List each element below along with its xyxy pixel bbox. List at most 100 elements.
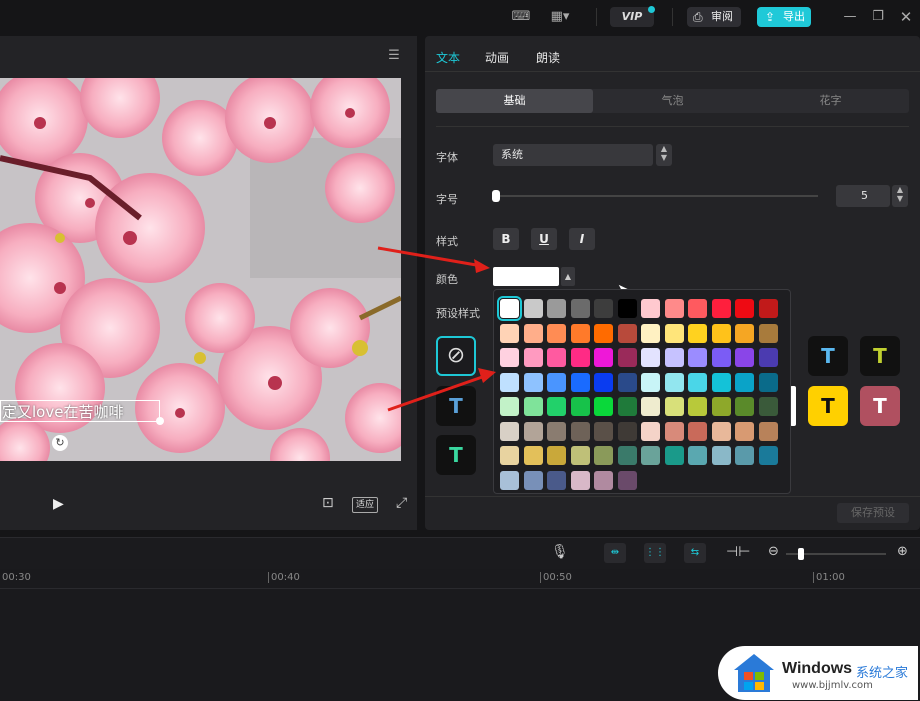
color-swatch[interactable]: [500, 421, 519, 441]
color-swatch[interactable]: [570, 323, 590, 343]
color-swatch[interactable]: [523, 323, 543, 343]
subtab-fancy-text[interactable]: 花字: [752, 89, 909, 113]
font-stepper[interactable]: ▲ ▼: [656, 144, 672, 166]
color-swatch[interactable]: [547, 470, 566, 490]
split-preview-icon[interactable]: ⊣⊢: [726, 544, 750, 560]
color-swatch[interactable]: [735, 372, 754, 392]
preset-olive[interactable]: T: [860, 336, 900, 376]
save-preset-button[interactable]: 保存预设: [837, 503, 909, 523]
color-swatch[interactable]: [641, 421, 660, 441]
color-swatch[interactable]: [735, 397, 754, 416]
color-swatch[interactable]: [735, 446, 754, 465]
color-swatch[interactable]: [594, 323, 613, 343]
color-swatch[interactable]: [735, 323, 754, 343]
color-swatch[interactable]: [570, 470, 590, 490]
color-swatch[interactable]: [570, 299, 590, 318]
underline-button[interactable]: U: [531, 228, 557, 250]
color-swatch[interactable]: [758, 372, 778, 392]
size-stepper[interactable]: ▲ ▼: [892, 185, 908, 207]
color-swatch[interactable]: [664, 446, 684, 465]
fullscreen-icon[interactable]: ⤢: [396, 495, 407, 511]
color-swatch[interactable]: [688, 323, 707, 343]
color-swatch[interactable]: [641, 372, 660, 392]
color-swatch[interactable]: [641, 348, 660, 367]
color-swatch[interactable]: [617, 446, 637, 465]
color-swatch[interactable]: [758, 397, 778, 416]
color-swatch[interactable]: [735, 299, 754, 318]
font-select[interactable]: 系统: [493, 144, 653, 166]
italic-button[interactable]: I: [569, 228, 595, 250]
color-swatch[interactable]: [500, 470, 519, 490]
color-swatch[interactable]: [617, 421, 637, 441]
resize-handle[interactable]: [156, 417, 164, 425]
color-swatch[interactable]: [688, 348, 707, 367]
color-swatch[interactable]: [547, 372, 566, 392]
color-swatch[interactable]: [641, 299, 660, 318]
microphone-icon[interactable]: 🎙: [551, 544, 569, 560]
tab-text[interactable]: 文本: [436, 49, 460, 66]
video-frame[interactable]: 定又love在苦咖啡 ↻: [0, 78, 401, 461]
color-swatch-active[interactable]: [497, 296, 522, 321]
color-swatch[interactable]: [547, 323, 566, 343]
subtab-basic[interactable]: 基础: [436, 89, 593, 113]
color-swatch[interactable]: [711, 372, 731, 392]
color-swatch[interactable]: [758, 299, 778, 318]
color-swatch[interactable]: [641, 323, 660, 343]
preset-cyan[interactable]: T: [808, 336, 848, 376]
color-swatch[interactable]: [711, 397, 731, 416]
color-swatch[interactable]: [594, 348, 613, 367]
color-swatch[interactable]: [617, 372, 637, 392]
fit-button[interactable]: 适应: [352, 497, 378, 513]
color-swatch[interactable]: [711, 323, 731, 343]
color-swatch[interactable]: [500, 372, 519, 392]
color-swatch[interactable]: [570, 421, 590, 441]
color-swatch[interactable]: [500, 446, 519, 465]
size-slider-thumb[interactable]: [492, 190, 500, 202]
color-swatch[interactable]: [664, 372, 684, 392]
color-swatch[interactable]: [617, 323, 637, 343]
linkage-icon[interactable]: ⇆: [684, 543, 706, 563]
color-swatch[interactable]: [547, 397, 566, 416]
color-swatch[interactable]: [594, 421, 613, 441]
color-swatch[interactable]: [547, 446, 566, 465]
color-swatch[interactable]: [758, 348, 778, 367]
color-swatch[interactable]: [594, 372, 613, 392]
color-swatch[interactable]: [758, 421, 778, 441]
tab-animation[interactable]: 动画: [485, 49, 509, 66]
color-swatch[interactable]: [641, 397, 660, 416]
color-swatch-selected[interactable]: [493, 267, 559, 286]
color-swatch[interactable]: [523, 421, 543, 441]
color-swatch[interactable]: [570, 348, 590, 367]
color-swatch[interactable]: [711, 421, 731, 441]
menu-icon[interactable]: ☰: [384, 46, 404, 63]
color-swatch[interactable]: [594, 397, 613, 416]
color-swatch[interactable]: [664, 348, 684, 367]
color-swatch[interactable]: [711, 446, 731, 465]
preset-yellow[interactable]: T: [808, 386, 848, 426]
color-swatch[interactable]: [500, 397, 519, 416]
color-swatch[interactable]: [500, 323, 519, 343]
review-button[interactable]: ⎙ 审阅: [687, 7, 741, 27]
color-swatch[interactable]: [570, 397, 590, 416]
size-slider-track[interactable]: [494, 195, 818, 197]
color-swatch[interactable]: [570, 372, 590, 392]
color-swatch[interactable]: [688, 446, 707, 465]
link-main-track-icon[interactable]: ⇹: [604, 543, 626, 563]
zoom-slider-thumb[interactable]: [798, 548, 804, 560]
color-swatch[interactable]: [641, 446, 660, 465]
color-swatch[interactable]: [664, 323, 684, 343]
export-button[interactable]: ⇪ 导出: [757, 7, 811, 27]
color-swatch[interactable]: [735, 348, 754, 367]
preset-green[interactable]: T: [436, 435, 476, 475]
preset-red[interactable]: T: [860, 386, 900, 426]
keyboard-icon[interactable]: ⌨: [510, 7, 532, 27]
color-swatch[interactable]: [547, 421, 566, 441]
size-input[interactable]: 5: [836, 185, 890, 207]
color-swatch[interactable]: [758, 323, 778, 343]
color-swatch[interactable]: [500, 348, 519, 367]
color-swatch[interactable]: [594, 470, 613, 490]
color-swatch[interactable]: [523, 299, 543, 318]
snap-icon[interactable]: ⋮⋮: [644, 543, 666, 563]
color-swatch[interactable]: [711, 299, 731, 318]
layout-icon[interactable]: ▦▾: [544, 7, 576, 27]
